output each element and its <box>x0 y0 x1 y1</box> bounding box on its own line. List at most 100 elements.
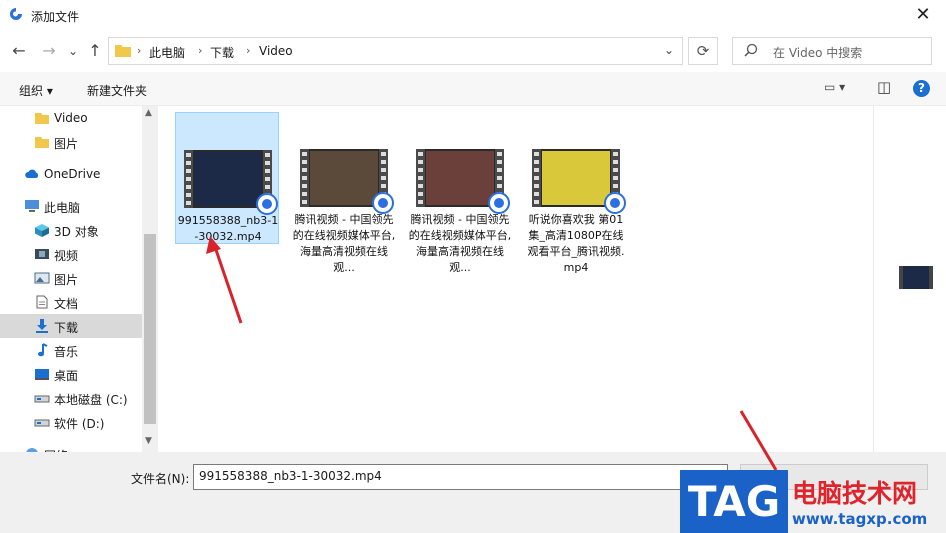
sidebar-item-label: OneDrive <box>44 167 101 181</box>
sidebar-item-label: Video <box>54 111 88 125</box>
preview-pane <box>873 106 946 452</box>
file-name: 腾讯视频 - 中国领先的在线视频媒体平台,海量高清视频在线观... <box>408 213 512 274</box>
music-icon <box>34 343 50 357</box>
preview-pane-icon[interactable]: ◫ <box>877 78 891 96</box>
file-item[interactable]: 听说你喜欢我 第01集_高清1080P在线观看平台_腾讯视频.mp4 <box>524 112 628 274</box>
thumbnail-image <box>426 151 494 205</box>
file-name: 991558388_nb3-1-30032.mp4 <box>177 214 279 243</box>
up-button[interactable]: ↑ <box>84 40 106 62</box>
video-icon <box>34 247 50 261</box>
watermark-tag: TAG <box>680 470 788 533</box>
folder-icon <box>34 135 50 149</box>
filename-field[interactable]: 991558388_nb3-1-30032.mp4 <box>193 464 728 490</box>
film-strip <box>532 149 541 207</box>
player-badge-icon <box>256 193 278 215</box>
sidebar-item-label: 音乐 <box>54 345 79 359</box>
filename-label: 文件名(N): <box>131 472 190 486</box>
sidebar-item-label: 本地磁盘 (C:) <box>54 393 128 407</box>
breadcrumb-video[interactable]: Video <box>259 44 293 58</box>
file-name: 听说你喜欢我 第01集_高清1080P在线观看平台_腾讯视频.mp4 <box>527 213 625 274</box>
sidebar-item[interactable]: OneDrive <box>0 162 142 186</box>
file-name: 腾讯视频 - 中国领先的在线视频媒体平台,海量高清视频在线观... <box>292 213 396 274</box>
film-strip <box>184 150 193 208</box>
player-badge-icon <box>372 192 394 214</box>
sidebar-item[interactable]: 音乐 <box>0 338 142 362</box>
navigation-pane: Video 图片 OneDrive 此电脑 3D 对象 视频 图片 文档 下载 音乐 桌面 本地磁盘 … <box>0 106 158 463</box>
drive-icon <box>34 415 50 429</box>
breadcrumb-downloads[interactable]: 下载 <box>210 44 234 61</box>
breadcrumb-separator: › <box>246 44 251 57</box>
forward-button[interactable]: → <box>38 40 60 62</box>
sidebar-item[interactable]: 视频 <box>0 242 142 266</box>
thumbnail-image <box>310 151 378 205</box>
command-bar: 组织 ▾ 新建文件夹 ▭ ▾ ◫ ? <box>0 72 946 106</box>
add-file-dialog: 添加文件 ✕ ← → ⌄ ↑ › 此电脑 › 下载 › Video ⌄ ⟳ 在 … <box>0 0 946 533</box>
document-icon <box>34 295 50 309</box>
cloud-icon <box>24 167 40 181</box>
watermark-name: 电脑技术网 <box>792 479 918 508</box>
new-folder-button[interactable]: 新建文件夹 <box>87 82 147 99</box>
search-input[interactable]: 在 Video 中搜索 <box>773 44 862 61</box>
sidebar-item[interactable]: 本地磁盘 (C:) <box>0 386 142 410</box>
sidebar-item-label: 3D 对象 <box>54 225 99 239</box>
preview-thumbnail <box>899 266 933 289</box>
chevron-down-icon[interactable]: ⌄ <box>664 43 674 57</box>
window-title: 添加文件 <box>31 10 80 24</box>
sidebar-item-label: 此电脑 <box>44 201 81 215</box>
sidebar-item-label: 下载 <box>54 321 79 335</box>
sidebar-item[interactable]: 文档 <box>0 290 142 314</box>
pictures-icon <box>34 271 50 285</box>
refresh-button[interactable]: ⟳ <box>688 37 718 65</box>
sidebar-scrollbar[interactable]: ▲ ▼ <box>142 106 158 452</box>
sidebar-item-label: 软件 (D:) <box>54 417 105 431</box>
breadcrumb-separator: › <box>198 44 203 57</box>
sidebar-item-label: 视频 <box>54 249 79 263</box>
app-logo-icon <box>10 8 22 20</box>
player-badge-icon <box>488 192 510 214</box>
sidebar-item[interactable]: 软件 (D:) <box>0 410 142 434</box>
film-strip <box>300 149 309 207</box>
scroll-down-icon[interactable]: ▼ <box>145 436 152 446</box>
sidebar-item-label: 图片 <box>54 273 79 287</box>
cube-icon <box>34 223 50 237</box>
sidebar-item[interactable]: 此电脑 <box>0 194 142 218</box>
thumbnail-image <box>194 152 262 206</box>
organize-menu[interactable]: 组织 ▾ <box>19 82 53 99</box>
sidebar-item[interactable]: 下载 <box>0 314 142 338</box>
breadcrumb-separator: › <box>137 44 142 57</box>
watermark-logo: TAG 电脑技术网 www.tagxp.com <box>680 470 946 533</box>
desktop-icon <box>34 367 50 381</box>
sidebar-item-label: 文档 <box>54 297 79 311</box>
help-icon[interactable]: ? <box>913 80 930 97</box>
sidebar-item-label: 图片 <box>54 137 79 151</box>
sidebar-item[interactable]: 图片 <box>0 266 142 290</box>
sidebar-item[interactable]: 图片 <box>0 130 142 154</box>
film-strip <box>416 149 425 207</box>
title-bar: 添加文件 ✕ <box>0 0 946 31</box>
player-badge-icon <box>604 192 626 214</box>
sidebar-item[interactable]: 3D 对象 <box>0 218 142 242</box>
scrollbar-thumb[interactable] <box>144 234 156 424</box>
file-item[interactable]: 腾讯视频 - 中国领先的在线视频媒体平台,海量高清视频在线观... <box>292 112 396 274</box>
close-button[interactable]: ✕ <box>900 0 946 31</box>
sidebar-item[interactable]: 桌面 <box>0 362 142 386</box>
sidebar-item[interactable]: Video <box>0 106 142 130</box>
sidebar-item-label: 桌面 <box>54 369 79 383</box>
view-options-icon[interactable]: ▭ ▾ <box>824 80 845 94</box>
thumbnail-image <box>542 151 610 205</box>
back-button[interactable]: ← <box>8 40 30 62</box>
folder-icon <box>115 45 131 57</box>
recent-locations-button[interactable]: ⌄ <box>62 40 84 62</box>
file-item[interactable]: 腾讯视频 - 中国领先的在线视频媒体平台,海量高清视频在线观... <box>408 112 512 274</box>
search-icon <box>744 43 758 57</box>
drive-icon <box>34 391 50 405</box>
file-list-view: 991558388_nb3-1-30032.mp4 腾讯视频 - 中国领先的在线视… <box>160 106 873 452</box>
search-box[interactable]: 在 Video 中搜索 <box>732 37 932 65</box>
scroll-up-icon[interactable]: ▲ <box>145 108 152 118</box>
folder-icon <box>34 111 50 125</box>
watermark-url: www.tagxp.com <box>792 510 928 528</box>
download-icon <box>34 319 50 333</box>
address-bar[interactable]: › 此电脑 › 下载 › Video ⌄ <box>108 37 683 65</box>
breadcrumb-this-pc[interactable]: 此电脑 <box>149 44 185 61</box>
file-item[interactable]: 991558388_nb3-1-30032.mp4 <box>175 112 279 244</box>
